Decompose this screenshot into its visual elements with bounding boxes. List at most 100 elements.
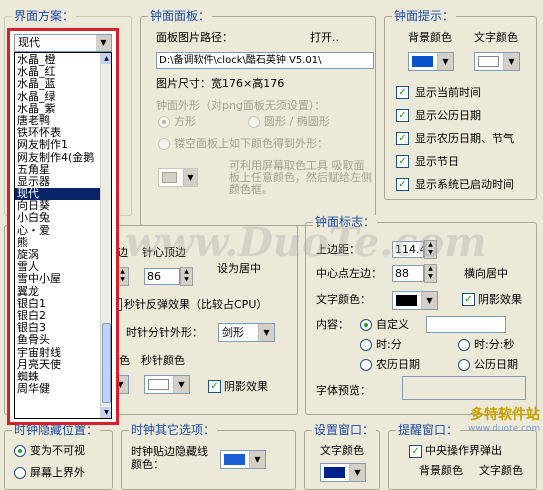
theme-list-item[interactable]: 现代 xyxy=(15,188,101,201)
edge-line-color-label: 时钟贴边隐藏线颜色： xyxy=(131,445,208,471)
duote-watermark: www.DuoTe.com xyxy=(125,219,487,266)
font-preview-box[interactable] xyxy=(402,376,526,400)
theme-list-item[interactable]: 月亮天使 xyxy=(15,359,101,371)
theme-list-items: 水晶_橙 水晶_红 水晶_蓝 水晶_绿 水晶_紫 唐老鸭 铁环怀表 网友制作1 网友制作4(金鹅… xyxy=(15,54,101,395)
chevron-down-icon: ▼ xyxy=(258,324,274,341)
content-hm-radio[interactable] xyxy=(360,339,372,351)
hand-shape-select[interactable]: 剑形 ▼ xyxy=(218,323,275,342)
marks-text-color-picker[interactable]: ▼ xyxy=(392,291,438,310)
hollow-color-radio[interactable] xyxy=(158,138,170,150)
hide-offscreen-radio[interactable] xyxy=(14,467,26,479)
theme-list-item[interactable]: 水晶_紫 xyxy=(15,103,101,115)
chevron-down-icon: ▼ xyxy=(437,53,453,70)
scroll-down-icon[interactable]: ▼ xyxy=(101,407,111,418)
hint-bg-color-picker[interactable]: ▼ xyxy=(408,52,454,71)
hint-fg-swatch xyxy=(478,56,499,67)
content-solar-label: 公历日期 xyxy=(474,358,518,371)
hint-fg-color-picker[interactable]: ▼ xyxy=(474,52,520,71)
scroll-thumb[interactable] xyxy=(102,323,111,403)
clock-panel-title: 钟面面板： xyxy=(148,9,213,23)
pick-color-hint: 可利用屏幕取色工具 吸取面板上任意颜色，然后赋给左侧颜色框。 xyxy=(229,159,372,196)
theme-list-item[interactable]: 五角星 xyxy=(15,164,101,176)
hand-top-margin-spinner[interactable]: ▲ ▼ xyxy=(180,267,193,286)
edge-line-swatch xyxy=(224,454,245,465)
theme-group-title: 界面方案： xyxy=(12,9,77,23)
settings-fg-label: 文字颜色 xyxy=(320,444,364,457)
marks-center-label: 横向居中 xyxy=(464,267,508,280)
theme-list-item[interactable]: 网友制作1 xyxy=(15,139,101,151)
theme-list-item[interactable]: 银白1 xyxy=(15,298,101,310)
theme-list-item[interactable]: 水晶_绿 xyxy=(15,91,101,103)
marks-shadow-checkbox[interactable]: ✓ xyxy=(462,293,475,306)
show-lunar-date-label: 显示农历日期、节气 xyxy=(415,132,514,145)
theme-list-item[interactable]: 雪中小屋 xyxy=(15,273,101,285)
show-festival-checkbox[interactable]: ✓ xyxy=(396,155,409,168)
theme-list-item[interactable]: 唐老鸭 xyxy=(15,115,101,127)
theme-select-value: 现代 xyxy=(18,36,40,49)
font-preview-label: 字体预览： xyxy=(316,384,371,397)
custom-text-field[interactable] xyxy=(426,316,506,333)
theme-list-item[interactable]: 小白兔 xyxy=(15,212,101,224)
hands-shadow-checkbox[interactable]: ✓ xyxy=(208,380,221,393)
hide-position-title: 时钟隐藏位置： xyxy=(12,423,101,437)
hand-top-margin-field[interactable]: 86 xyxy=(144,268,180,285)
shape-square-label: 方形 xyxy=(174,115,196,128)
hands-color-fragment: 色 xyxy=(119,354,130,367)
show-lunar-date-checkbox[interactable]: ✓ xyxy=(396,132,409,145)
theme-list-item[interactable]: 周华健 xyxy=(15,383,101,395)
shape-square-radio[interactable] xyxy=(158,116,170,128)
theme-list-item[interactable]: 鱼骨头 xyxy=(15,334,101,346)
shape-round-radio[interactable] xyxy=(248,116,260,128)
theme-list-scrollbar[interactable]: ▲ ▼ xyxy=(100,53,111,418)
hollow-color-label: 镂空面板上如下颜色得到外形： xyxy=(174,137,328,150)
hint-fg-label: 文字颜色 xyxy=(474,31,518,44)
theme-list-item[interactable]: 熊 xyxy=(15,237,101,249)
marks-left-field[interactable]: 88 xyxy=(392,265,424,282)
settings-fg-color-picker[interactable]: ▼ xyxy=(320,463,366,482)
hollow-color-swatch xyxy=(162,172,177,183)
chevron-down-icon: ▼ xyxy=(183,169,197,186)
other-options-title: 时钟其它选项： xyxy=(129,423,218,437)
show-uptime-checkbox[interactable]: ✓ xyxy=(396,178,409,191)
hint-panel-title: 钟面提示： xyxy=(392,9,457,23)
theme-list-item[interactable]: 心・爱 xyxy=(15,225,101,237)
content-custom-radio[interactable] xyxy=(360,319,372,331)
theme-list-item[interactable]: 水晶_橙 xyxy=(15,54,101,66)
panel-path-label: 面板图片路径： xyxy=(156,31,233,44)
theme-list-item[interactable]: 银白3 xyxy=(15,322,101,334)
theme-list-item[interactable]: 向日葵 xyxy=(15,200,101,212)
theme-list-item[interactable]: 铁环怀表 xyxy=(15,127,101,139)
show-time-checkbox[interactable]: ✓ xyxy=(396,86,409,99)
theme-list-item[interactable]: 宇宙射线 xyxy=(15,347,101,359)
marks-left-spinner[interactable]: ▲ ▼ xyxy=(424,264,437,283)
content-hms-radio[interactable] xyxy=(458,339,470,351)
show-solar-date-checkbox[interactable]: ✓ xyxy=(396,109,409,122)
theme-list-item[interactable]: 雪人 xyxy=(15,261,101,273)
hint-bg-label: 背景颜色 xyxy=(408,31,452,44)
theme-list-item[interactable]: 银白2 xyxy=(15,310,101,322)
open-button[interactable]: 打开.. xyxy=(310,31,339,45)
theme-list-item[interactable]: 水晶_红 xyxy=(15,66,101,78)
theme-list-item[interactable]: 水晶_蓝 xyxy=(15,78,101,90)
theme-list-item[interactable]: 网友制作4(金鹅 xyxy=(15,152,101,164)
content-solar-radio[interactable] xyxy=(458,359,470,371)
theme-list-item[interactable]: 蜘蛛 xyxy=(15,371,101,383)
theme-list[interactable]: 水晶_橙 水晶_红 水晶_蓝 水晶_绿 水晶_紫 唐老鸭 铁环怀表 网友制作1 网友制作4(金鹅… xyxy=(14,52,112,419)
theme-list-item[interactable]: 显示器 xyxy=(15,176,101,188)
second-color-label: 秒针颜色 xyxy=(141,354,185,367)
hands-shadow-label: 阴影效果 xyxy=(224,380,268,393)
hide-invisible-radio[interactable] xyxy=(14,445,26,457)
content-lunar-radio[interactable] xyxy=(360,359,372,371)
reminder-center-checkbox[interactable]: ✓ xyxy=(409,445,422,458)
edge-line-color-picker[interactable]: ▼ xyxy=(220,450,266,469)
theme-list-item[interactable]: 旋涡 xyxy=(15,249,101,261)
second-color-picker[interactable]: ▼ xyxy=(144,375,190,394)
marks-text-swatch xyxy=(396,295,417,306)
theme-list-item[interactable]: 翼龙 xyxy=(15,286,101,298)
hollow-color-picker[interactable]: ▼ xyxy=(158,168,198,187)
show-uptime-label: 显示系统已启动时间 xyxy=(415,178,514,191)
panel-path-field[interactable]: D:\备调软件\clock\酷石英钟 V5.01\ xyxy=(156,52,374,69)
theme-select[interactable]: 现代 ▼ xyxy=(14,34,112,52)
content-hms-label: 时:分:秒 xyxy=(474,338,515,351)
scroll-up-icon[interactable]: ▲ xyxy=(101,53,111,64)
